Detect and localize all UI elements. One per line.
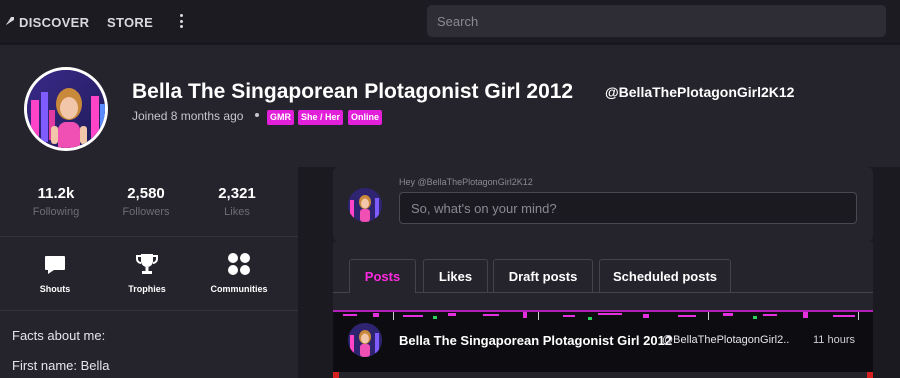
- joined-date: Joined 8 months ago: [132, 109, 244, 123]
- profile-handle: @BellaThePlotagonGirl2K12: [605, 84, 795, 100]
- tab-likes[interactable]: Likes: [423, 259, 488, 292]
- divider: [0, 236, 298, 237]
- compose-input[interactable]: [399, 192, 857, 224]
- trophies-label: Trophies: [128, 284, 166, 294]
- speech-bubble-icon: [15, 251, 95, 277]
- post-card[interactable]: Bella The Singaporean Plotagonist Girl 2…: [333, 310, 873, 378]
- stat-label: Following: [32, 206, 80, 218]
- post-author-handle[interactable]: @BellaThePlotagonGirl2...: [662, 334, 790, 346]
- avatar-image: [27, 70, 105, 148]
- post-banner-bottom: [333, 368, 873, 378]
- discover-link[interactable]: DISCOVER: [5, 13, 89, 31]
- tab-draft-posts[interactable]: Draft posts: [493, 259, 593, 292]
- trophies-button[interactable]: Trophies: [107, 251, 187, 294]
- post-author-name[interactable]: Bella The Singaporean Plotagonist Girl 2…: [399, 333, 672, 348]
- shouts-button[interactable]: Shouts: [15, 251, 95, 294]
- tab-scheduled-posts[interactable]: Scheduled posts: [599, 259, 731, 292]
- profile-sidebar: 11.2k Following 2,580 Followers 2,321 Li…: [0, 167, 298, 378]
- tab-posts[interactable]: Posts: [349, 259, 416, 292]
- shouts-label: Shouts: [39, 284, 71, 294]
- separator-dot: [255, 113, 259, 117]
- badge-gmr: GMR: [267, 110, 294, 125]
- profile-display-name: Bella The Singaporean Plotagonist Girl 2…: [132, 80, 574, 103]
- post-author-avatar[interactable]: [348, 323, 382, 357]
- badge-online-status: Online: [348, 110, 383, 125]
- compose-box: Hey @BellaThePlotagonGirl2K12: [333, 167, 873, 242]
- grid-circles-icon: [199, 251, 279, 277]
- search-input[interactable]: [427, 5, 886, 37]
- stat-value: 2,321: [218, 185, 256, 202]
- stat-label: Likes: [224, 206, 250, 218]
- communities-label: Communities: [210, 284, 268, 294]
- stat-value: 11.2k: [37, 185, 75, 202]
- stat-followers[interactable]: 2,580 Followers: [111, 185, 181, 218]
- stat-value: 2,580: [127, 185, 165, 202]
- profile-header: Bella The Singaporean Plotagonist Girl 2…: [0, 45, 900, 167]
- facts-title: Facts about me:: [12, 328, 106, 343]
- rocket-icon: [5, 16, 15, 29]
- profile-avatar[interactable]: [24, 67, 108, 151]
- badge-pronouns: She / Her: [298, 110, 344, 125]
- facts-first-name: First name: Bella: [12, 358, 110, 373]
- store-link[interactable]: STORE: [107, 13, 153, 31]
- post-banner-decoration: [333, 310, 873, 322]
- stat-label: Followers: [122, 206, 170, 218]
- communities-button[interactable]: Communities: [199, 251, 279, 294]
- compose-avatar: [348, 188, 382, 222]
- trophy-icon: [107, 251, 187, 277]
- compose-greeting: Hey @BellaThePlotagonGirl2K12: [399, 177, 533, 187]
- more-options-icon[interactable]: [176, 12, 186, 30]
- top-navbar: DISCOVER STORE: [0, 0, 900, 44]
- divider: [0, 310, 298, 311]
- stat-following[interactable]: 11.2k Following: [21, 185, 91, 218]
- stat-likes[interactable]: 2,321 Likes: [202, 185, 272, 218]
- discover-label: DISCOVER: [19, 14, 90, 30]
- post-timestamp: 11 hours: [813, 334, 855, 346]
